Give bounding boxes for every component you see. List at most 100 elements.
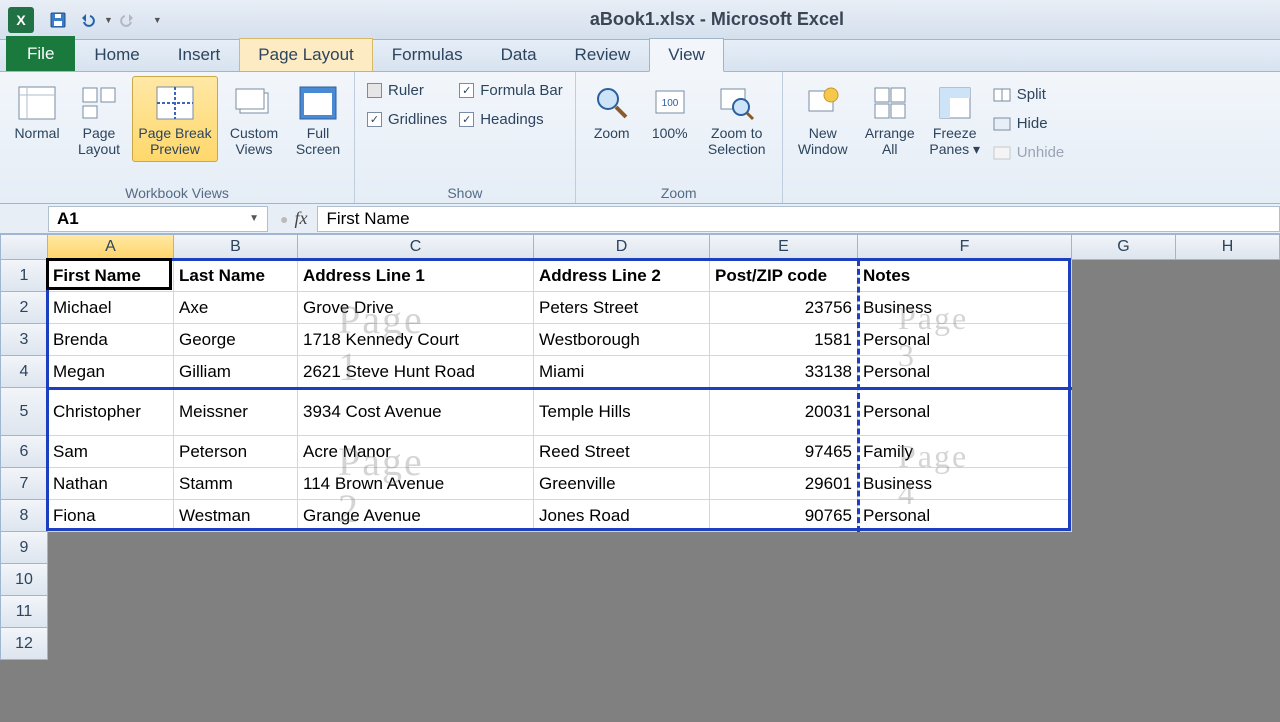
data-cell[interactable]: 1718 Kennedy Court	[298, 324, 534, 356]
tab-formulas[interactable]: Formulas	[373, 38, 482, 71]
header-cell[interactable]: First Name	[48, 260, 174, 292]
freeze-panes-button[interactable]: Freeze Panes ▾	[925, 76, 985, 162]
zoom-100-button[interactable]: 100 100%	[644, 76, 696, 146]
data-cell[interactable]: Meissner	[174, 388, 298, 436]
zoom-selection-button[interactable]: Zoom to Selection	[700, 76, 774, 162]
chevron-down-icon[interactable]: ▼	[249, 213, 259, 224]
data-cell[interactable]: Business	[858, 468, 1072, 500]
save-button[interactable]	[44, 7, 72, 33]
tab-file[interactable]: File	[6, 36, 75, 71]
column-header-f[interactable]: F	[858, 234, 1072, 260]
data-cell[interactable]: Peterson	[174, 436, 298, 468]
header-cell[interactable]: Address Line 2	[534, 260, 710, 292]
header-cell[interactable]: Notes	[858, 260, 1072, 292]
data-cell[interactable]: Michael	[48, 292, 174, 324]
full-screen-button[interactable]: Full Screen	[290, 76, 346, 162]
custom-views-button[interactable]: Custom Views	[222, 76, 286, 162]
formula-bar-checkbox[interactable]: ✓Formula Bar	[455, 76, 567, 105]
normal-view-button[interactable]: Normal	[8, 76, 66, 146]
row-header-9[interactable]: 9	[0, 532, 48, 564]
row-header-8[interactable]: 8	[0, 500, 48, 532]
data-cell[interactable]: Personal	[858, 388, 1072, 436]
select-all-corner[interactable]	[0, 234, 48, 260]
data-cell[interactable]: Gilliam	[174, 356, 298, 388]
row-header-11[interactable]: 11	[0, 596, 48, 628]
page-break-preview-button[interactable]: Page Break Preview	[132, 76, 218, 162]
data-cell[interactable]: 33138	[710, 356, 858, 388]
data-cell[interactable]: Fiona	[48, 500, 174, 532]
data-cell[interactable]: Peters Street	[534, 292, 710, 324]
tab-page-layout[interactable]: Page Layout	[239, 38, 372, 71]
data-cell[interactable]: Nathan	[48, 468, 174, 500]
column-header-a[interactable]: A	[48, 234, 174, 260]
data-cell[interactable]: Christopher	[48, 388, 174, 436]
data-cell[interactable]: Brenda	[48, 324, 174, 356]
page-layout-view-button[interactable]: Page Layout	[70, 76, 128, 162]
header-cell[interactable]: Post/ZIP code	[710, 260, 858, 292]
data-cell[interactable]: Acre Manor	[298, 436, 534, 468]
data-cell[interactable]: Family	[858, 436, 1072, 468]
row-header-3[interactable]: 3	[0, 324, 48, 356]
formula-input[interactable]: First Name	[317, 206, 1280, 232]
undo-button[interactable]	[74, 7, 102, 33]
data-cell[interactable]: 97465	[710, 436, 858, 468]
tab-data[interactable]: Data	[482, 38, 556, 71]
column-header-h[interactable]: H	[1176, 234, 1280, 260]
data-cell[interactable]: Westman	[174, 500, 298, 532]
new-window-button[interactable]: New Window	[791, 76, 855, 162]
gridlines-checkbox[interactable]: ✓Gridlines	[363, 105, 451, 134]
data-cell[interactable]: 3934 Cost Avenue	[298, 388, 534, 436]
zoom-button[interactable]: Zoom	[584, 76, 640, 146]
data-cell[interactable]: 20031	[710, 388, 858, 436]
data-cell[interactable]: Temple Hills	[534, 388, 710, 436]
data-cell[interactable]: Reed Street	[534, 436, 710, 468]
qat-customize-icon[interactable]: ▼	[153, 15, 162, 25]
tab-insert[interactable]: Insert	[159, 38, 240, 71]
data-cell[interactable]: 23756	[710, 292, 858, 324]
data-cell[interactable]: Stamm	[174, 468, 298, 500]
column-header-d[interactable]: D	[534, 234, 710, 260]
tab-home[interactable]: Home	[75, 38, 158, 71]
data-cell[interactable]: Greenville	[534, 468, 710, 500]
row-header-12[interactable]: 12	[0, 628, 48, 660]
row-header-10[interactable]: 10	[0, 564, 48, 596]
column-header-c[interactable]: C	[298, 234, 534, 260]
data-cell[interactable]: Axe	[174, 292, 298, 324]
data-area[interactable]: First NameLast NameAddress Line 1Address…	[48, 260, 1072, 532]
data-cell[interactable]: 114 Brown Avenue	[298, 468, 534, 500]
data-cell[interactable]: Grange Avenue	[298, 500, 534, 532]
data-cell[interactable]: Personal	[858, 500, 1072, 532]
data-cell[interactable]: 1581	[710, 324, 858, 356]
column-header-b[interactable]: B	[174, 234, 298, 260]
arrange-all-button[interactable]: Arrange All	[859, 76, 921, 162]
tab-view[interactable]: View	[649, 38, 724, 72]
column-header-g[interactable]: G	[1072, 234, 1176, 260]
data-cell[interactable]: George	[174, 324, 298, 356]
row-header-1[interactable]: 1	[0, 260, 48, 292]
data-cell[interactable]: Personal	[858, 324, 1072, 356]
data-cell[interactable]: Personal	[858, 356, 1072, 388]
redo-button[interactable]	[115, 7, 143, 33]
data-cell[interactable]: 2621 Steve Hunt Road	[298, 356, 534, 388]
undo-dropdown-icon[interactable]: ▼	[104, 15, 113, 25]
row-header-4[interactable]: 4	[0, 356, 48, 388]
split-button[interactable]: Split	[989, 80, 1069, 109]
header-cell[interactable]: Address Line 1	[298, 260, 534, 292]
data-cell[interactable]: 29601	[710, 468, 858, 500]
row-header-2[interactable]: 2	[0, 292, 48, 324]
data-cell[interactable]: 90765	[710, 500, 858, 532]
fx-icon[interactable]: fx	[294, 208, 307, 229]
data-cell[interactable]: Grove Drive	[298, 292, 534, 324]
row-header-6[interactable]: 6	[0, 436, 48, 468]
header-cell[interactable]: Last Name	[174, 260, 298, 292]
ruler-checkbox[interactable]: Ruler	[363, 76, 451, 105]
row-header-5[interactable]: 5	[0, 388, 48, 436]
row-header-7[interactable]: 7	[0, 468, 48, 500]
data-cell[interactable]: Jones Road	[534, 500, 710, 532]
column-header-e[interactable]: E	[710, 234, 858, 260]
data-cell[interactable]: Megan	[48, 356, 174, 388]
data-cell[interactable]: Business	[858, 292, 1072, 324]
data-cell[interactable]: Miami	[534, 356, 710, 388]
tab-review[interactable]: Review	[556, 38, 650, 71]
data-cell[interactable]: Sam	[48, 436, 174, 468]
